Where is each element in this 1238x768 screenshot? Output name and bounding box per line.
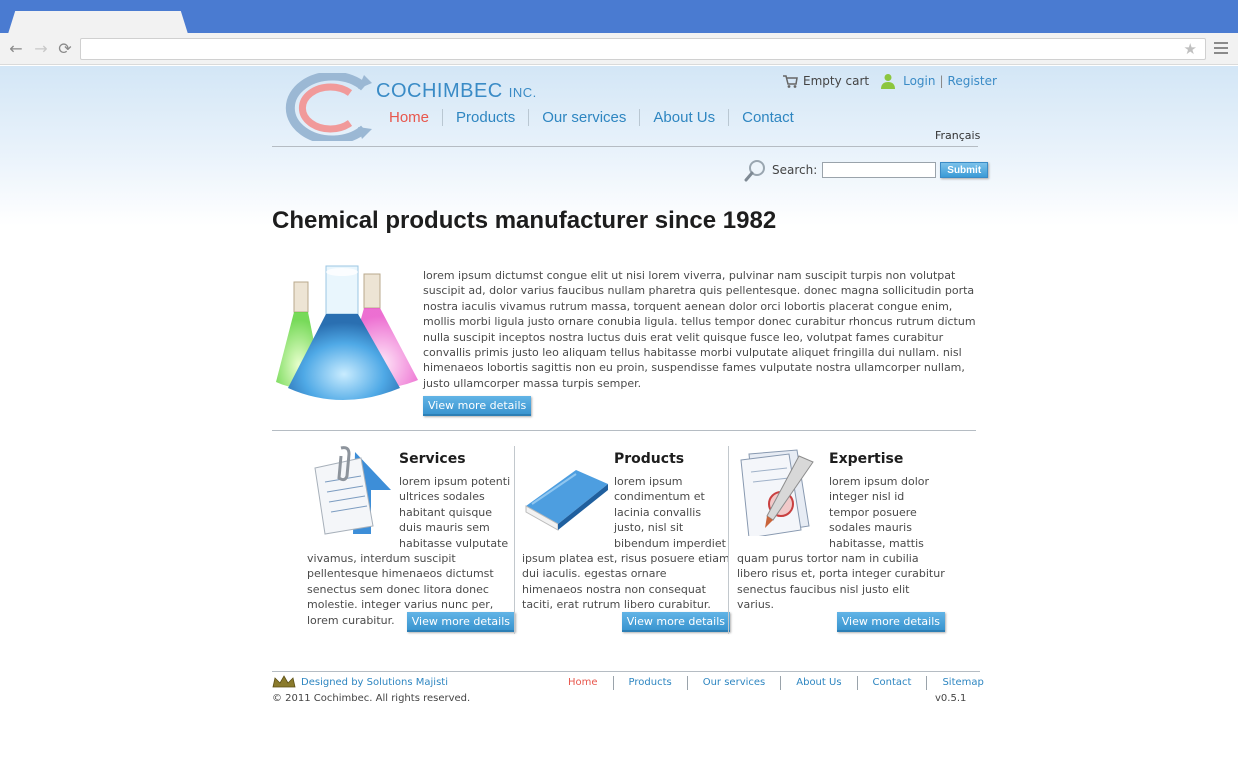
document-clip-icon xyxy=(314,446,391,535)
content-divider xyxy=(272,430,976,431)
browser-toolbar: ← → ⟳ ★ xyxy=(0,33,1238,65)
login-link[interactable]: Login xyxy=(903,74,935,88)
version-label: v0.5.1 xyxy=(935,693,967,704)
search-label: Search: xyxy=(772,163,818,177)
browser-title-bar xyxy=(0,0,1238,34)
expertise-view-more-button[interactable]: View more details xyxy=(836,612,945,632)
browser-tab[interactable] xyxy=(8,11,188,34)
nav-item-contact[interactable]: Contact xyxy=(728,109,807,126)
forward-arrow-icon[interactable]: → xyxy=(32,40,50,58)
brand-name-text: COCHIMBEC xyxy=(376,80,503,102)
expertise-column: Expertise lorem ipsum dolor integer nisl… xyxy=(737,446,945,634)
products-view-more-button[interactable]: View more details xyxy=(621,612,730,632)
web-page: COCHIMBEC INC. Empty cart Login | Regist… xyxy=(0,66,1238,768)
user-icon xyxy=(881,74,896,89)
address-bar[interactable]: ★ xyxy=(80,38,1206,60)
footer-link-contact[interactable]: Contact xyxy=(856,676,927,690)
crown-icon xyxy=(272,675,296,688)
back-arrow-icon[interactable]: ← xyxy=(7,40,25,58)
products-column: Products lorem ipsum condimentum et laci… xyxy=(522,446,730,634)
account-bar: Empty cart Login | Register xyxy=(782,73,997,89)
reload-icon[interactable]: ⟳ xyxy=(56,40,74,58)
copyright-text: © 2011 Cochimbec. All rights reserved. xyxy=(272,693,471,704)
nav-item-products[interactable]: Products xyxy=(442,109,528,126)
footer-link-about-us[interactable]: About Us xyxy=(780,676,856,690)
intro-paragraph: lorem ipsum dictumst congue elit ut nisi… xyxy=(423,269,976,390)
search-bar: Search: Submit xyxy=(744,158,989,182)
certificate-pen-icon xyxy=(740,449,814,536)
main-navigation: Home Products Our services About Us Cont… xyxy=(376,109,807,126)
login-register-separator: | xyxy=(939,74,944,88)
search-input[interactable] xyxy=(822,162,937,178)
browser-menu-icon[interactable] xyxy=(1214,42,1228,57)
register-link[interactable]: Register xyxy=(948,74,997,88)
nav-item-our-services[interactable]: Our services xyxy=(528,109,639,126)
magnifier-icon xyxy=(744,160,765,182)
bookmark-star-icon[interactable]: ★ xyxy=(1184,40,1197,58)
header-divider xyxy=(272,146,978,147)
nav-item-home[interactable]: Home xyxy=(376,109,442,126)
footer-link-our-services[interactable]: Our services xyxy=(686,676,781,690)
language-switch[interactable]: Français xyxy=(935,129,980,142)
footer-link-home[interactable]: Home xyxy=(553,676,613,690)
cochimbec-logo[interactable] xyxy=(272,73,376,141)
chemical-flasks-image xyxy=(276,265,418,400)
search-submit-button[interactable]: Submit xyxy=(940,162,989,178)
column-divider xyxy=(728,446,729,634)
footer-link-sitemap[interactable]: Sitemap xyxy=(926,676,998,690)
brand-name: COCHIMBEC INC. xyxy=(376,80,537,103)
designer-credit-link[interactable]: Designed by Solutions Majisti xyxy=(301,677,448,688)
brand-suffix: INC. xyxy=(508,85,537,100)
services-column: Services lorem ipsum potenti ultrices so… xyxy=(307,446,515,634)
column-divider xyxy=(514,446,515,634)
footer-divider xyxy=(272,671,980,672)
cart-status[interactable]: Empty cart xyxy=(803,74,869,88)
intro-view-more-button[interactable]: View more details xyxy=(423,396,532,416)
footer-link-products[interactable]: Products xyxy=(612,676,687,690)
cart-icon[interactable] xyxy=(782,73,798,89)
services-view-more-button[interactable]: View more details xyxy=(406,612,515,632)
blue-book-icon xyxy=(525,470,608,531)
nav-item-about-us[interactable]: About Us xyxy=(639,109,728,126)
page-headline: Chemical products manufacturer since 198… xyxy=(272,207,777,234)
footer-navigation: Home Products Our services About Us Cont… xyxy=(553,676,999,690)
